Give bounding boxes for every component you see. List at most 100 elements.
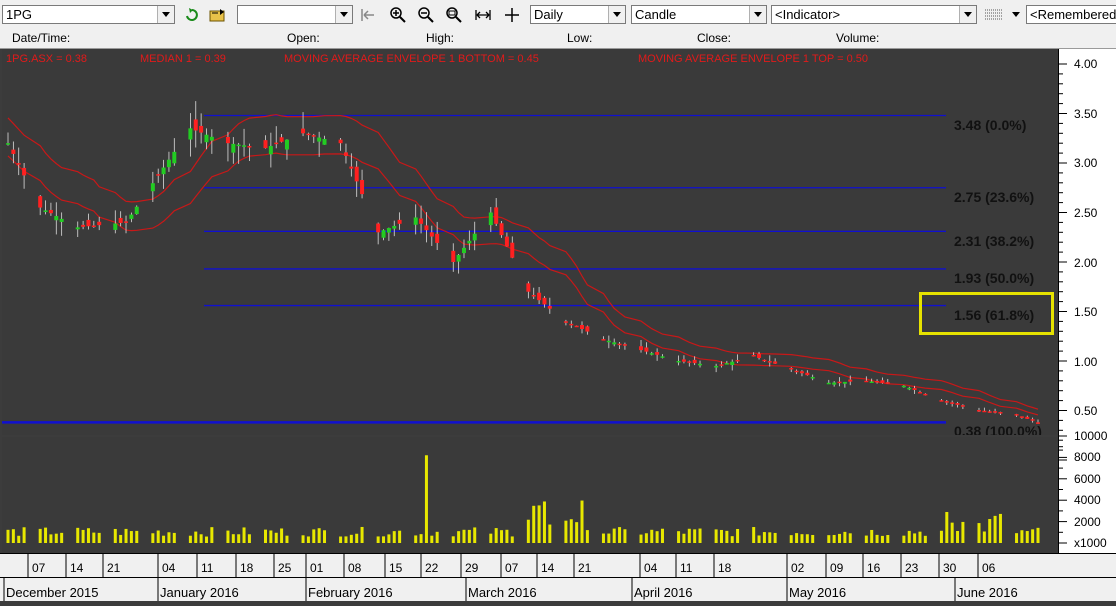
candle-body bbox=[279, 137, 284, 142]
volume-bar bbox=[76, 527, 80, 543]
volume-bar bbox=[945, 511, 949, 543]
volume-bar bbox=[569, 519, 573, 543]
symbol-combo[interactable]: 1PG bbox=[2, 5, 175, 24]
x-day-label: 14 bbox=[541, 561, 555, 575]
candle-body bbox=[622, 344, 627, 346]
x-day-label: 11 bbox=[201, 561, 214, 575]
volume-bar bbox=[575, 522, 579, 543]
legend-envelope-bottom: MOVING AVERAGE ENVELOPE 1 BOTTOM = 0.45 bbox=[284, 53, 539, 65]
candle-body bbox=[880, 380, 885, 383]
volume-bar bbox=[918, 531, 922, 543]
volume-bar bbox=[188, 535, 192, 543]
volume-bar bbox=[725, 530, 729, 543]
volume-bar bbox=[639, 534, 643, 543]
volume-bar bbox=[644, 533, 648, 543]
volume-bar bbox=[414, 535, 418, 543]
x-day-label: 08 bbox=[348, 561, 362, 575]
volume-bar bbox=[827, 535, 831, 543]
candle-body bbox=[386, 228, 391, 233]
scroll-start-icon[interactable] bbox=[358, 5, 378, 25]
candle-body bbox=[1030, 419, 1035, 421]
candle-body bbox=[156, 174, 161, 176]
blank-combo[interactable] bbox=[237, 5, 353, 24]
refresh-icon[interactable] bbox=[182, 5, 202, 25]
candle-body bbox=[687, 361, 692, 363]
remembered-combo[interactable]: <Remembered bbox=[1026, 5, 1116, 24]
y-axis: 4.00 3.50 3.00 2.50 2.00 1.50 1.00 0.50 … bbox=[1058, 49, 1116, 553]
legend-envelope-top: MOVING AVERAGE ENVELOPE 1 TOP = 0.50 bbox=[638, 53, 868, 65]
volume-bar bbox=[349, 534, 353, 543]
volume-bar bbox=[848, 533, 852, 543]
candle-body bbox=[810, 377, 815, 379]
volume-bar bbox=[419, 534, 423, 543]
volume-bar bbox=[247, 534, 251, 543]
candle-body bbox=[172, 151, 177, 164]
open-header: Open: bbox=[287, 31, 320, 45]
highlight-box bbox=[919, 292, 1054, 335]
volume-bar bbox=[585, 530, 589, 543]
chart-style-combo[interactable]: Candle bbox=[631, 5, 767, 24]
candle-body bbox=[225, 136, 230, 144]
grid-lines-icon[interactable] bbox=[982, 5, 1006, 25]
volume-chart[interactable] bbox=[2, 437, 1058, 553]
candle-body bbox=[247, 146, 252, 148]
candle-body bbox=[644, 347, 649, 352]
chevron-down-icon[interactable] bbox=[749, 6, 766, 23]
candle-body bbox=[939, 400, 944, 402]
candle-body bbox=[917, 392, 922, 394]
volume-bar bbox=[210, 527, 214, 543]
volume-bar bbox=[762, 532, 766, 543]
zoom-out-icon[interactable] bbox=[416, 5, 436, 25]
volume-bar bbox=[961, 521, 965, 543]
volume-bar bbox=[312, 529, 316, 543]
volume-bar bbox=[682, 533, 686, 543]
candle-body bbox=[381, 230, 386, 238]
x-day-label: 01 bbox=[310, 561, 324, 575]
candle-body bbox=[376, 223, 381, 233]
y-tick-vol-8000: 8000 bbox=[1074, 450, 1101, 464]
open-folder-icon[interactable] bbox=[208, 5, 228, 25]
volume-bar bbox=[913, 533, 917, 543]
price-chart[interactable] bbox=[2, 49, 1058, 435]
zoom-in-icon[interactable] bbox=[388, 5, 408, 25]
candle-body bbox=[338, 139, 343, 144]
candle-body bbox=[960, 405, 965, 407]
x-day-label: 29 bbox=[465, 561, 479, 575]
volume-bar bbox=[199, 534, 203, 543]
volume-pane[interactable] bbox=[2, 437, 1058, 553]
chevron-down-icon[interactable] bbox=[335, 6, 352, 23]
volume-bar bbox=[768, 532, 772, 543]
volume-bar bbox=[494, 528, 498, 543]
volume-bar bbox=[92, 532, 96, 543]
expand-horizontal-icon[interactable] bbox=[473, 5, 493, 25]
price-pane[interactable] bbox=[2, 49, 1058, 435]
candle-body bbox=[655, 352, 660, 355]
period-combo[interactable]: Daily bbox=[530, 5, 626, 24]
volume-bar bbox=[306, 536, 310, 543]
x-day-label: 16 bbox=[867, 561, 881, 575]
x-day-label: 23 bbox=[905, 561, 919, 575]
candle-body bbox=[199, 125, 204, 133]
volume-bar bbox=[832, 534, 836, 543]
volume-bar bbox=[231, 534, 235, 543]
volume-bar bbox=[623, 529, 627, 543]
volume-bar bbox=[838, 533, 842, 543]
candle-body bbox=[676, 361, 681, 363]
chevron-down-icon[interactable] bbox=[959, 6, 976, 23]
volume-bar bbox=[714, 529, 718, 543]
candle-body bbox=[563, 321, 568, 323]
caret-down-icon[interactable] bbox=[1009, 5, 1023, 25]
candle-body bbox=[129, 214, 134, 219]
candle-body bbox=[38, 196, 43, 208]
chevron-down-icon[interactable] bbox=[157, 6, 174, 23]
volume-bar bbox=[194, 531, 198, 543]
crosshair-icon[interactable] bbox=[502, 5, 522, 25]
candle-body bbox=[639, 346, 644, 351]
zoom-fit-icon[interactable] bbox=[444, 5, 464, 25]
candle-body bbox=[59, 218, 64, 222]
volume-bar bbox=[285, 535, 289, 543]
candle-body bbox=[762, 359, 767, 362]
candle-body bbox=[848, 379, 853, 382]
chevron-down-icon[interactable] bbox=[608, 6, 625, 23]
indicator-combo[interactable]: <Indicator> bbox=[771, 5, 977, 24]
